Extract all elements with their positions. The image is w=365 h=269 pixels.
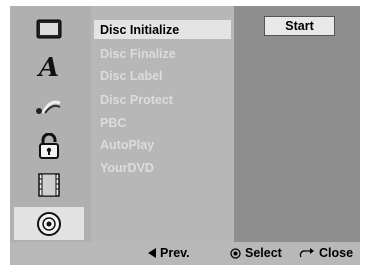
close-label: Close (319, 246, 354, 260)
sidebar-item-display[interactable] (14, 12, 84, 45)
monitor-icon (36, 19, 62, 38)
select-hint[interactable]: Select (230, 246, 282, 260)
sidebar-item-recording[interactable] (14, 168, 84, 201)
disc-icon (37, 211, 61, 236)
setup-menu-screen: A Disc Initialize Disc Finalize Disc Lab… (10, 6, 360, 265)
menu-item-disc-finalize[interactable]: Disc Finalize (100, 47, 176, 61)
start-button[interactable]: Start (264, 16, 335, 36)
disc-menu-panel: Disc Initialize Disc Finalize Disc Label… (91, 6, 234, 242)
select-circle-icon (230, 247, 241, 259)
sidebar-item-lock[interactable] (14, 129, 84, 162)
sidebar-item-language[interactable]: A (14, 51, 84, 84)
film-icon (38, 172, 60, 197)
prev-label: Prev. (160, 246, 190, 260)
left-arrow-icon (148, 248, 156, 258)
footer-bar: Prev. Select Close (10, 242, 360, 265)
menu-item-yourdvd[interactable]: YourDVD (100, 161, 154, 175)
return-icon (299, 247, 314, 257)
audio-icon (36, 100, 61, 114)
sidebar-item-audio[interactable] (14, 90, 84, 123)
sidebar-item-disc[interactable] (14, 207, 84, 240)
prev-hint[interactable]: Prev. (148, 246, 190, 260)
language-icon: A (38, 52, 60, 83)
menu-item-pbc[interactable]: PBC (100, 116, 126, 130)
category-sidebar: A (10, 6, 91, 242)
menu-item-autoplay[interactable]: AutoPlay (100, 138, 154, 152)
option-panel: Start (234, 6, 360, 242)
menu-item-disc-initialize[interactable]: Disc Initialize (94, 20, 231, 39)
menu-item-disc-protect[interactable]: Disc Protect (100, 93, 173, 107)
lock-icon (39, 132, 59, 159)
close-hint[interactable]: Close (299, 246, 353, 260)
select-label: Select (245, 246, 282, 260)
menu-item-disc-label[interactable]: Disc Label (100, 69, 163, 83)
